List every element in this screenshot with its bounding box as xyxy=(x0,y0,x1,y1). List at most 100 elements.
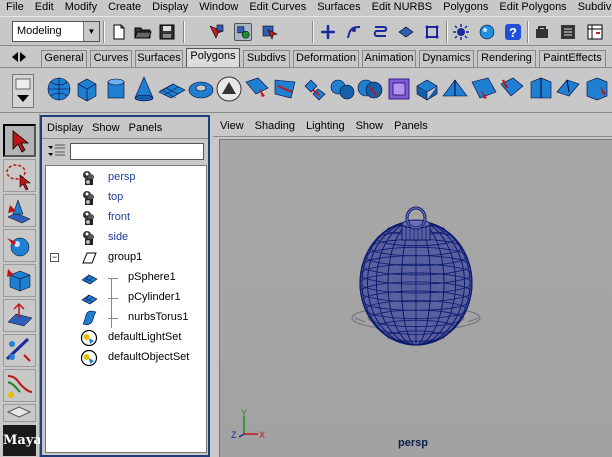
merge-vertices-icon[interactable] xyxy=(469,74,499,104)
append-polygon-icon[interactable] xyxy=(242,74,272,104)
tab-general[interactable]: General xyxy=(41,50,87,67)
smooth-icon[interactable] xyxy=(384,74,414,104)
outliner-item-psphere1[interactable]: pSphere1 xyxy=(46,268,206,288)
channel-box-icon[interactable] xyxy=(586,23,604,41)
snap-view-plane-icon[interactable] xyxy=(397,23,415,41)
shelf-menu-icon[interactable] xyxy=(13,75,33,107)
outliner-item-group1[interactable]: − group1 xyxy=(46,248,206,268)
menu-create[interactable]: Create xyxy=(102,0,146,15)
tab-curves[interactable]: Curves xyxy=(90,50,132,67)
tab-subdivs[interactable]: Subdivs xyxy=(243,50,290,67)
snap-curve-icon[interactable] xyxy=(345,23,363,41)
wedge-icon[interactable] xyxy=(525,74,555,104)
outliner-item-defaultlightset[interactable]: defaultLightSet xyxy=(46,328,206,348)
poly-sphere-icon[interactable] xyxy=(44,74,74,104)
separate-icon[interactable] xyxy=(327,74,357,104)
menu-window[interactable]: Window xyxy=(193,0,243,15)
outliner-item-front[interactable]: front xyxy=(46,208,206,228)
universal-manipulator-icon[interactable] xyxy=(3,299,36,332)
render-icon[interactable] xyxy=(478,23,496,41)
outliner-item-nurbstorus1[interactable]: nurbsTorus1 xyxy=(46,308,206,328)
help-icon[interactable]: ? xyxy=(504,23,522,41)
outliner-item-persp[interactable]: persp xyxy=(46,168,206,188)
save-scene-icon[interactable] xyxy=(158,23,176,41)
select-component-icon[interactable] xyxy=(260,23,278,41)
split-polygon-icon[interactable] xyxy=(270,74,300,104)
outliner-item-label: persp xyxy=(108,171,136,183)
render-globals-icon[interactable] xyxy=(559,23,577,41)
tab-deformation[interactable]: Deformation xyxy=(293,50,359,67)
chevron-down-icon[interactable]: ▼ xyxy=(83,22,99,41)
extrude-face-icon[interactable] xyxy=(412,74,442,104)
subdivide-icon[interactable] xyxy=(582,74,612,104)
new-scene-icon[interactable] xyxy=(110,23,128,41)
viewport-canvas[interactable]: Y X Z persp xyxy=(219,139,612,457)
outliner-menu-show[interactable]: Show xyxy=(87,122,124,134)
poly-torus-icon[interactable] xyxy=(186,74,216,104)
viewport-menu-show[interactable]: Show xyxy=(349,120,388,132)
shelf-tab-bar: General Curves Surfaces Polygons Subdivs Defo… xyxy=(0,47,612,67)
shelf-tab-scroll-icon[interactable] xyxy=(0,47,38,67)
outliner-menu-display[interactable]: Display xyxy=(42,122,87,134)
menu-set-dropdown[interactable]: Modeling ▼ xyxy=(12,21,100,42)
combine-icon[interactable] xyxy=(299,74,329,104)
bevel-icon[interactable] xyxy=(553,74,583,104)
viewport-menu-panels[interactable]: Panels xyxy=(387,120,432,132)
menu-edit-curves[interactable]: Edit Curves xyxy=(243,0,311,15)
extrude-edge-icon[interactable] xyxy=(440,74,470,104)
last-tool-icon[interactable] xyxy=(3,404,36,422)
menu-polygons[interactable]: Polygons xyxy=(437,0,493,15)
menu-edit-polygons[interactable]: Edit Polygons xyxy=(493,0,571,15)
select-tool-icon[interactable] xyxy=(3,124,36,157)
menu-file[interactable]: File xyxy=(0,0,29,15)
select-object-icon[interactable] xyxy=(234,23,252,41)
boolean-icon[interactable] xyxy=(355,74,385,104)
menu-edit[interactable]: Edit xyxy=(29,0,59,15)
collapse-toggle[interactable]: − xyxy=(50,253,59,262)
snap-grid-icon[interactable] xyxy=(319,23,337,41)
show-manipulator-icon[interactable] xyxy=(3,369,36,402)
soft-modification-icon[interactable] xyxy=(3,334,36,367)
poly-reduce-icon[interactable] xyxy=(497,74,527,104)
poly-cone-icon[interactable] xyxy=(129,74,159,104)
open-scene-icon[interactable] xyxy=(134,23,152,41)
create-polygon-tool-icon[interactable] xyxy=(214,74,244,104)
move-tool-icon[interactable] xyxy=(3,194,36,227)
outliner-item-defaultobjectset[interactable]: defaultObjectSet xyxy=(46,348,206,368)
scale-tool-icon[interactable] xyxy=(3,264,36,297)
outliner-item-pcylinder1[interactable]: pCylinder1 xyxy=(46,288,206,308)
outliner-item-side[interactable]: side xyxy=(46,228,206,248)
menu-edit-nurbs[interactable]: Edit NURBS xyxy=(366,0,438,15)
outliner-menu-panels[interactable]: Panels xyxy=(124,122,167,134)
viewport-menu-lighting[interactable]: Lighting xyxy=(299,120,349,132)
filter-icon[interactable] xyxy=(46,143,68,160)
viewport-menu-shading[interactable]: Shading xyxy=(248,120,299,132)
lasso-tool-icon[interactable] xyxy=(3,159,36,192)
menu-display[interactable]: Display xyxy=(146,0,193,15)
outliner-filter-input[interactable] xyxy=(70,143,204,160)
tab-painteffects[interactable]: PaintEffects xyxy=(539,50,606,67)
tab-rendering[interactable]: Rendering xyxy=(477,50,536,67)
tab-polygons[interactable]: Polygons xyxy=(186,48,240,67)
viewport-menubar: View Shading Lighting Show Panels xyxy=(213,115,612,137)
tab-dynamics[interactable]: Dynamics xyxy=(419,50,474,67)
snap-point-icon[interactable] xyxy=(371,23,389,41)
menu-modify[interactable]: Modify xyxy=(59,0,102,15)
outliner-item-top[interactable]: top xyxy=(46,188,206,208)
menu-subdiv-su[interactable]: Subdiv Su xyxy=(572,0,612,15)
poly-cube-icon[interactable] xyxy=(72,74,102,104)
tab-surfaces[interactable]: Surfaces xyxy=(135,50,183,67)
snap-live-icon[interactable] xyxy=(423,23,441,41)
select-hierarchy-icon[interactable] xyxy=(207,23,225,41)
main-menubar: File Edit Modify Create Display Window Edit Cu… xyxy=(0,0,612,15)
poly-plane-icon[interactable] xyxy=(157,74,187,104)
rotate-tool-icon[interactable] xyxy=(3,229,36,262)
outliner-item-label: top xyxy=(108,191,124,203)
history-icon[interactable] xyxy=(452,23,470,41)
menu-surfaces[interactable]: Surfaces xyxy=(311,0,365,15)
ipr-icon[interactable] xyxy=(533,23,551,41)
poly-cylinder-icon[interactable] xyxy=(101,74,131,104)
tab-animation[interactable]: Animation xyxy=(362,50,416,67)
shelf-menu-button[interactable] xyxy=(12,74,34,108)
viewport-menu-view[interactable]: View xyxy=(213,120,248,132)
